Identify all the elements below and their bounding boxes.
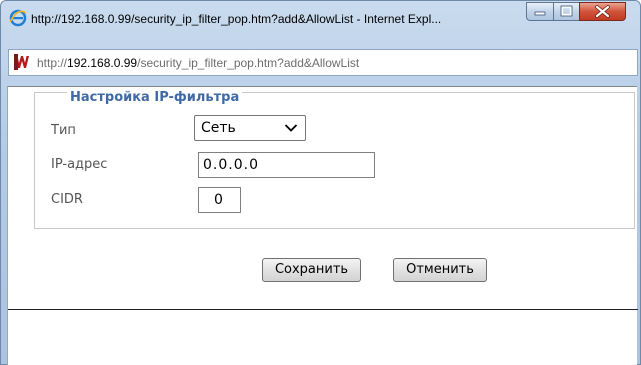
minimize-button[interactable]	[526, 2, 554, 21]
minimize-icon	[534, 11, 546, 16]
ip-address-input[interactable]: 0.0.0.0	[198, 152, 375, 178]
save-button[interactable]: Сохранить	[262, 258, 361, 282]
cidr-value: 0	[214, 192, 223, 208]
ip-label: IP-адрес	[51, 157, 108, 172]
maximize-icon	[560, 5, 573, 17]
page-content: Настройка IP-фильтра	[7, 86, 638, 365]
chevron-down-icon	[284, 124, 298, 132]
type-select[interactable]: Сеть	[194, 115, 306, 141]
type-label: Тип	[51, 123, 76, 138]
cidr-label: CIDR	[51, 192, 83, 207]
window-title: http://192.168.0.99/security_ip_filter_p…	[31, 12, 442, 26]
address-url[interactable]: http://192.168.0.99/security_ip_filter_p…	[37, 56, 359, 70]
title-bar[interactable]: http://192.168.0.99/security_ip_filter_p…	[1, 1, 640, 45]
favicon-icon	[14, 54, 30, 70]
maximize-button[interactable]	[553, 2, 580, 21]
ip-address-value: 0.0.0.0	[203, 157, 259, 173]
internet-explorer-icon	[9, 9, 27, 27]
fieldset-legend: Настройка IP-фильтра	[67, 90, 243, 105]
close-icon	[595, 5, 610, 18]
cancel-button[interactable]: Отменить	[393, 258, 487, 282]
close-button[interactable]	[579, 2, 626, 21]
type-select-value: Сеть	[201, 120, 236, 136]
divider	[8, 309, 638, 310]
address-bar[interactable]: http://192.168.0.99/security_ip_filter_p…	[8, 49, 638, 76]
cidr-input[interactable]: 0	[198, 187, 241, 213]
